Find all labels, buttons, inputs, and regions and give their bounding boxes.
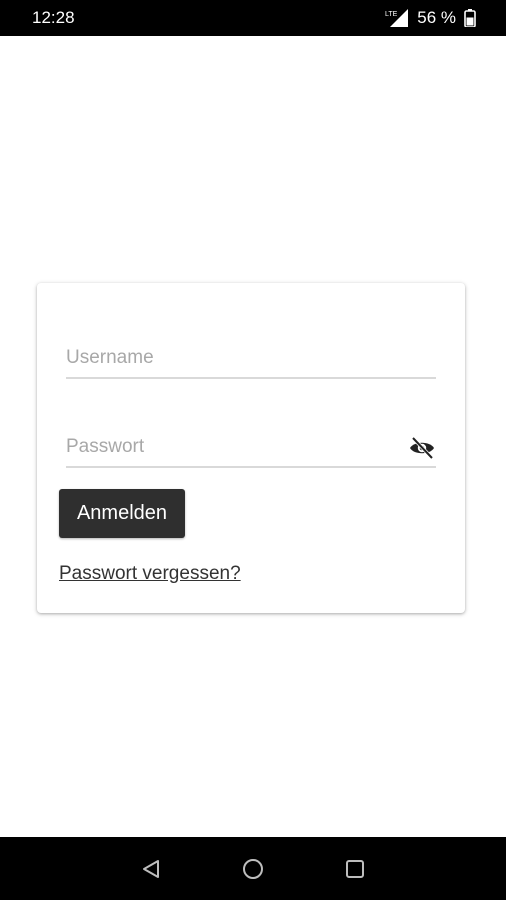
signal-icon: LTE xyxy=(385,8,409,28)
username-field-container xyxy=(66,339,436,379)
status-icons: LTE 56 % xyxy=(385,8,476,28)
back-icon[interactable] xyxy=(136,854,166,884)
home-icon[interactable] xyxy=(238,854,268,884)
battery-percentage: 56 % xyxy=(417,8,456,27)
visibility-off-icon[interactable] xyxy=(408,436,436,460)
username-input[interactable] xyxy=(66,343,436,373)
password-field-container xyxy=(66,428,436,468)
navigation-bar xyxy=(0,837,506,900)
recents-icon[interactable] xyxy=(340,854,370,884)
battery-icon xyxy=(464,9,476,27)
forgot-password-link[interactable]: Passwort vergessen? xyxy=(59,563,241,585)
login-button[interactable]: Anmelden xyxy=(59,489,185,538)
svg-text:LTE: LTE xyxy=(385,11,398,18)
status-time: 12:28 xyxy=(32,8,75,27)
status-bar: 12:28 LTE 56 % xyxy=(0,0,506,36)
login-card: Anmelden Passwort vergessen? xyxy=(37,283,465,613)
password-input[interactable] xyxy=(66,432,436,462)
